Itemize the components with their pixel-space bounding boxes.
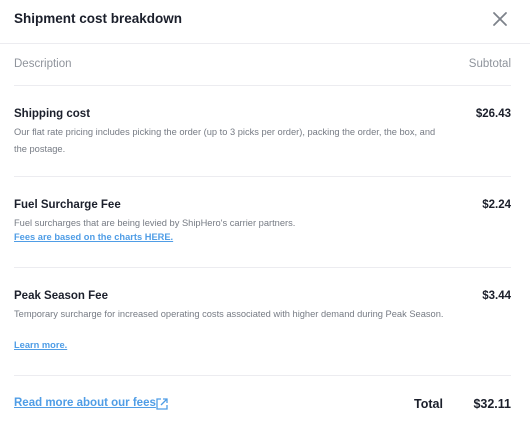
fee-name: Peak Season Fee (14, 290, 108, 302)
fee-description: Our flat rate pricing includes picking t… (14, 127, 436, 154)
modal-header: Shipment cost breakdown (0, 0, 530, 44)
fee-amount: $2.24 (482, 199, 511, 211)
column-header-subtotal: Subtotal (468, 58, 511, 70)
divider (14, 267, 511, 268)
fee-row-shipping-cost: Shipping cost $26.43 Our flat rate prici… (14, 108, 511, 168)
fee-description: Temporary surcharge for increased operat… (14, 309, 444, 319)
fee-charts-link[interactable]: Fees are based on the charts HERE. (14, 232, 173, 242)
read-more-fees-link[interactable]: Read more about our fees (14, 397, 156, 409)
fee-row-fuel-surcharge: Fuel Surcharge Fee $2.24 Fuel surcharges… (14, 199, 511, 259)
total-label: Total (414, 397, 443, 411)
fee-name: Shipping cost (14, 108, 91, 120)
column-header-description: Description (14, 58, 72, 70)
shipment-cost-modal: Shipment cost breakdown Description Subt… (0, 0, 530, 428)
close-icon[interactable] (490, 9, 510, 29)
divider (14, 85, 511, 86)
external-link-icon[interactable] (155, 397, 169, 411)
divider (14, 375, 511, 376)
fee-description: Fuel surcharges that are being levied by… (14, 218, 296, 228)
fee-name: Fuel Surcharge Fee (14, 199, 121, 211)
fee-learn-more-link[interactable]: Learn more. (14, 340, 67, 350)
fee-amount: $26.43 (475, 108, 511, 120)
fee-amount: $3.44 (482, 290, 511, 302)
divider (14, 176, 511, 177)
modal-title: Shipment cost breakdown (14, 11, 183, 26)
total-value: $32.11 (473, 397, 511, 411)
fee-row-peak-season: Peak Season Fee $3.44 Temporary surcharg… (14, 290, 511, 366)
